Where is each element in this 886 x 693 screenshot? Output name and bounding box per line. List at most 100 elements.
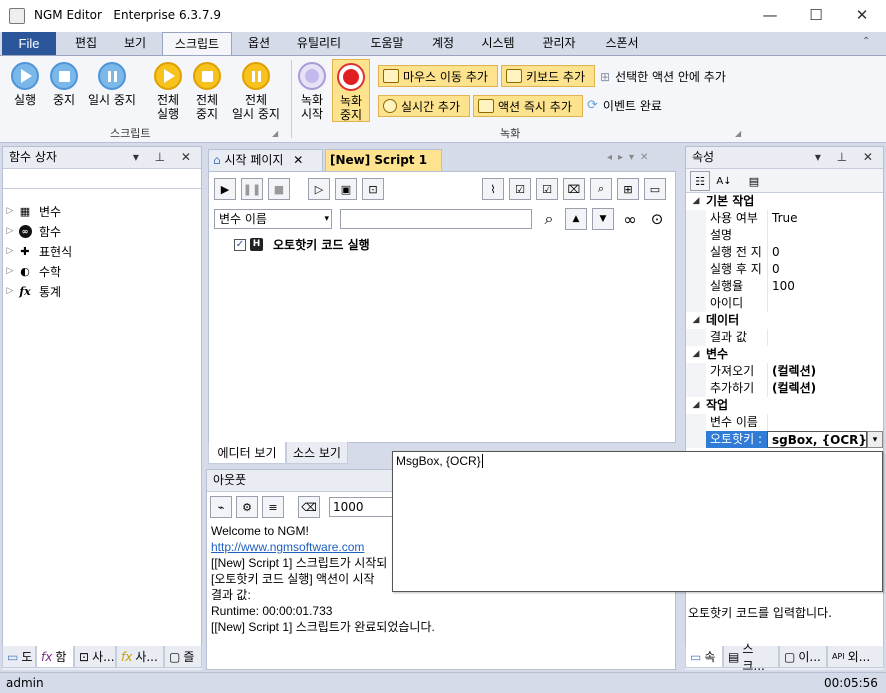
event-complete-button[interactable]: ⟳ 이벤트 완료 bbox=[587, 97, 662, 114]
property-value[interactable]: 0 bbox=[767, 244, 883, 261]
tab-favorites-d[interactable]: ▭ 도 bbox=[2, 646, 36, 668]
tab-script-list[interactable]: ▤ 스크... bbox=[723, 642, 779, 673]
monitor-icon[interactable]: ▭ bbox=[644, 178, 666, 200]
property-row[interactable]: 사용 여부 True bbox=[686, 210, 883, 227]
record-stop-button[interactable]: 녹화 중지 bbox=[332, 59, 370, 122]
tab-sponsor[interactable]: 스폰서 bbox=[597, 32, 647, 56]
property-category[interactable]: ◢ 데이터 bbox=[686, 312, 883, 329]
code-editor-popup[interactable]: MsgBox, {OCR} bbox=[392, 451, 883, 592]
tab-script-1[interactable]: [New] Script 1 ✕ bbox=[325, 149, 442, 187]
property-row[interactable]: 아이디 bbox=[686, 295, 883, 312]
tab-function[interactable]: fx 함 bbox=[36, 646, 74, 668]
tree-icon[interactable]: ⊞ bbox=[617, 178, 639, 200]
property-value[interactable]: (컬렉션) bbox=[767, 363, 883, 380]
tree-item-variable[interactable]: ▷ ▦ 변수 bbox=[3, 201, 201, 221]
close-tab-icon[interactable]: ✕ bbox=[293, 153, 303, 167]
property-value[interactable] bbox=[767, 329, 883, 346]
action-row[interactable]: ✓ H 오토핫키 코드 실행 bbox=[234, 236, 370, 253]
tab-file[interactable]: File bbox=[2, 32, 56, 56]
search-icon[interactable]: ⌕ bbox=[590, 178, 612, 200]
tab-start-page[interactable]: ⌂ 시작 페이지 ✕ bbox=[208, 149, 323, 171]
pause-icon[interactable]: ❚❚ bbox=[241, 178, 263, 200]
stop-button[interactable]: 중지 bbox=[44, 62, 84, 107]
tab-nav-icons[interactable]: ◂▸▾✕ bbox=[607, 152, 654, 163]
chevron-down-icon[interactable]: ▾ bbox=[867, 431, 883, 448]
tab-user-2[interactable]: fx 사... bbox=[116, 646, 164, 668]
collapse-icon[interactable]: ◢ bbox=[686, 346, 706, 363]
tab-user-1[interactable]: ⊡ 사... bbox=[74, 646, 116, 668]
infinity-icon[interactable]: ∞ bbox=[619, 208, 641, 230]
search-icon[interactable]: ⌕ bbox=[538, 208, 560, 230]
tree-item-expression[interactable]: ▷ ✚ 표현식 bbox=[3, 241, 201, 261]
step-over-icon[interactable]: ⊡ bbox=[362, 178, 384, 200]
property-value[interactable]: sgBox, {OCR} bbox=[767, 431, 867, 448]
record-start-button[interactable]: 녹화 시작 bbox=[296, 62, 328, 121]
expand-arrow-icon[interactable]: ▷ bbox=[3, 286, 17, 296]
stop-icon[interactable]: ■ bbox=[268, 178, 290, 200]
check-icon[interactable]: ☑ bbox=[536, 178, 558, 200]
minimize-button[interactable]: — bbox=[747, 0, 793, 32]
property-category[interactable]: ◢ 기본 작업 bbox=[686, 193, 883, 210]
expand-arrow-icon[interactable]: ▷ bbox=[3, 226, 17, 236]
tab-external[interactable]: API 외... bbox=[827, 646, 884, 668]
tree-item-statistics[interactable]: ▷ fx 통계 bbox=[3, 281, 201, 301]
property-row[interactable]: 실행율 100 bbox=[686, 278, 883, 295]
property-row[interactable]: 추가하기 (컬렉션) bbox=[686, 380, 883, 397]
tree-item-function[interactable]: ▷ ∞ 함수 bbox=[3, 221, 201, 241]
property-category[interactable]: ◢ 변수 bbox=[686, 346, 883, 363]
add-mouse-move-button[interactable]: 마우스 이동 추가 bbox=[378, 65, 498, 87]
broom-icon[interactable]: ⌁ bbox=[210, 496, 232, 518]
expand-arrow-icon[interactable]: ▷ bbox=[3, 206, 17, 216]
add-action-instant-button[interactable]: 액션 즉시 추가 bbox=[473, 95, 583, 117]
add-keyboard-button[interactable]: 키보드 추가 bbox=[501, 65, 595, 87]
script-group-launcher-icon[interactable]: ◢ bbox=[272, 129, 278, 138]
property-row[interactable]: 결과 값 bbox=[686, 329, 883, 346]
function-search-input[interactable] bbox=[3, 169, 201, 189]
property-row[interactable]: 실행 전 지 0 bbox=[686, 244, 883, 261]
tab-options[interactable]: 옵션 bbox=[239, 32, 279, 56]
property-value[interactable] bbox=[767, 414, 883, 431]
run-all-button[interactable]: 전체 실행 bbox=[148, 62, 188, 121]
step-into-icon[interactable]: ▣ bbox=[335, 178, 357, 200]
tab-script[interactable]: 스크립트 bbox=[162, 32, 232, 56]
check-all-icon[interactable]: ☑ bbox=[509, 178, 531, 200]
action-checkbox[interactable]: ✓ bbox=[234, 238, 246, 251]
tab-utility[interactable]: 유틸리티 bbox=[288, 32, 350, 56]
property-pages-icon[interactable]: ▤ bbox=[744, 171, 764, 191]
delete-icon[interactable]: ⌧ bbox=[563, 178, 585, 200]
play-icon[interactable]: ▶ bbox=[214, 178, 236, 200]
property-value[interactable]: True bbox=[767, 210, 883, 227]
expand-arrow-icon[interactable]: ▷ bbox=[3, 266, 17, 276]
pause-all-button[interactable]: 전체 일시 중지 bbox=[227, 62, 285, 121]
list-icon[interactable]: ≡ bbox=[262, 496, 284, 518]
document-settings-icon[interactable]: ⚙ bbox=[236, 496, 258, 518]
collapse-icon[interactable]: ◢ bbox=[686, 312, 706, 329]
categorized-icon[interactable]: ☷ bbox=[690, 171, 710, 191]
property-value[interactable]: 100 bbox=[767, 278, 883, 295]
eraser-icon[interactable]: ⌫ bbox=[298, 496, 320, 518]
property-value[interactable]: (컬렉션) bbox=[767, 380, 883, 397]
code-text[interactable]: MsgBox, {OCR} bbox=[393, 452, 882, 470]
property-row[interactable]: 오토핫키 : sgBox, {OCR} ▾ bbox=[686, 431, 883, 448]
property-value[interactable] bbox=[767, 227, 883, 244]
tab-image[interactable]: ▢ 이... bbox=[779, 646, 827, 668]
property-value[interactable] bbox=[767, 295, 883, 312]
variable-name-select[interactable]: 변수 이름 ▾ bbox=[214, 209, 332, 229]
line-count-input[interactable]: 1000 bbox=[329, 497, 395, 517]
collapse-ribbon-icon[interactable]: ⌃ bbox=[862, 36, 870, 47]
tree-item-math[interactable]: ▷ ◐ 수학 bbox=[3, 261, 201, 281]
close-button[interactable]: ✕ bbox=[839, 0, 885, 32]
panel-pin-close-icons[interactable]: ▾ ⊥ ✕ bbox=[815, 147, 879, 167]
more-icon[interactable]: ⊙ bbox=[646, 208, 668, 230]
property-row[interactable]: 변수 이름 bbox=[686, 414, 883, 431]
arrow-down-icon[interactable]: ▼ bbox=[592, 208, 614, 230]
collapse-icon[interactable]: ◢ bbox=[686, 193, 706, 210]
property-value[interactable]: 0 bbox=[767, 261, 883, 278]
property-row[interactable]: 가져오기 (컬렉션) bbox=[686, 363, 883, 380]
add-realtime-button[interactable]: 실시간 추가 bbox=[378, 95, 470, 117]
property-row[interactable]: 설명 bbox=[686, 227, 883, 244]
tab-account[interactable]: 계정 bbox=[424, 32, 462, 56]
run-button[interactable]: 실행 bbox=[5, 62, 45, 107]
tab-edit[interactable]: 편집 bbox=[66, 32, 106, 56]
variable-search-input[interactable] bbox=[340, 209, 532, 229]
